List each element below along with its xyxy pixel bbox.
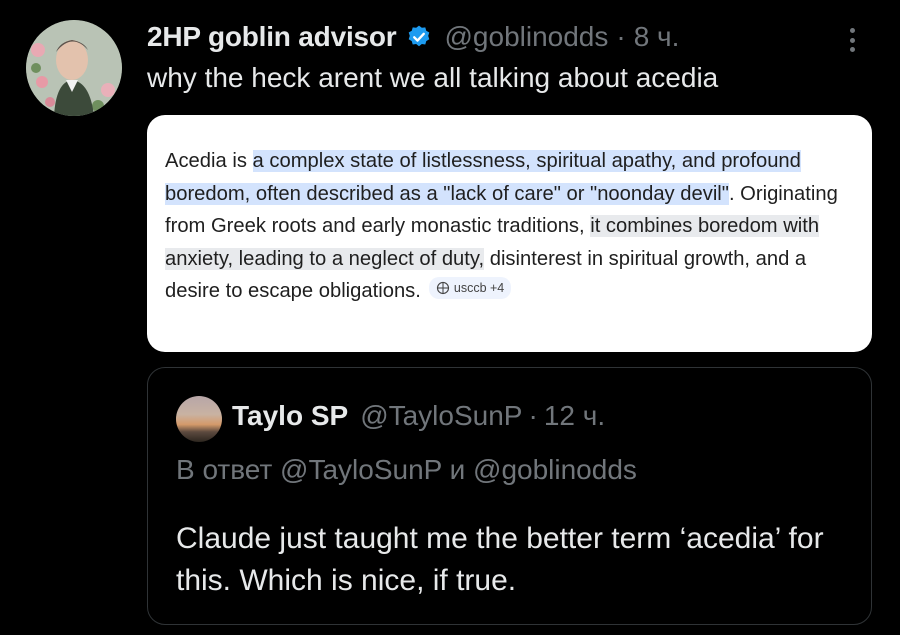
reply-mention-goblinodds[interactable]: @goblinodds [473, 454, 637, 485]
attached-image[interactable]: Acedia is a complex state of listlessnes… [147, 115, 872, 352]
reply-conjunction: и [449, 454, 466, 485]
source-chip: usccb +4 [428, 277, 512, 299]
post-text: why the heck arent we all talking about … [147, 62, 719, 93]
verified-badge-icon[interactable] [405, 23, 433, 51]
quoted-text: Claude just taught me the better term ‘a… [176, 522, 824, 597]
globe-icon [436, 281, 449, 295]
source-chip-label: usccb +4 [453, 280, 505, 295]
quoted-post[interactable]: Taylo SP @TayloSunP · 12 ч. В ответ @Tay… [147, 367, 872, 625]
reply-prefix: В ответ [176, 454, 273, 485]
ai-overview-snippet: Acedia is a complex state of listlessnes… [165, 145, 854, 308]
timestamp[interactable]: 8 ч. [634, 21, 680, 53]
quoted-avatar[interactable] [176, 396, 222, 442]
reply-context: В ответ @TayloSunP и @goblinodds [176, 454, 637, 486]
quoted-separator-dot: · [528, 400, 538, 431]
quoted-timestamp[interactable]: 12 ч. [544, 400, 605, 432]
snippet-segment-1: Acedia is [165, 150, 253, 172]
separator-dot: · [616, 21, 626, 52]
post-header: 2HP goblin advisor @goblinodds · 8 ч. [147, 20, 679, 54]
post-avatar[interactable] [26, 20, 122, 116]
quoted-handle[interactable]: @TayloSunP [360, 400, 522, 432]
quoted-header: Taylo SP @TayloSunP · 12 ч. [232, 400, 605, 432]
quoted-display-name[interactable]: Taylo SP [232, 400, 348, 432]
more-options-icon[interactable] [840, 26, 864, 54]
handle[interactable]: @goblinodds [445, 21, 609, 53]
display-name[interactable]: 2HP goblin advisor [147, 21, 397, 53]
reply-mention-taylosunp[interactable]: @TayloSunP [280, 454, 442, 485]
snippet-highlight-blue: a complex state of listlessness, spiritu… [165, 150, 801, 205]
